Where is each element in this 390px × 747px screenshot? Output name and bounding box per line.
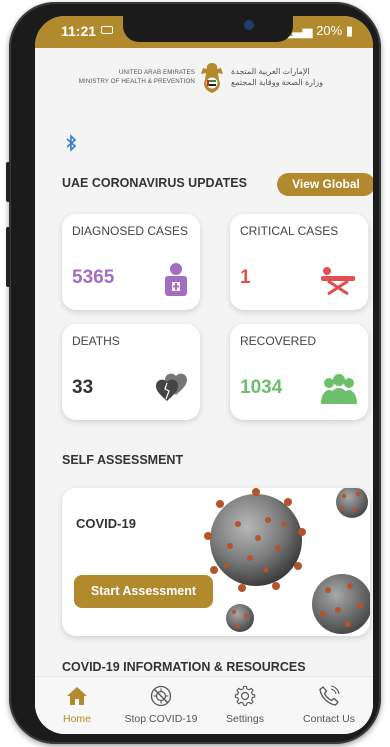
phone-notch: [123, 16, 293, 42]
card-label: DEATHS: [72, 334, 120, 348]
nav-item-stop-covid[interactable]: Stop COVID-19: [119, 677, 203, 734]
people-group-icon: [321, 374, 357, 404]
view-global-button[interactable]: View Global: [277, 173, 373, 196]
gear-icon: [234, 685, 256, 706]
bluetooth-icon[interactable]: [65, 134, 77, 152]
nav-item-contact-us[interactable]: Contact Us: [287, 677, 371, 734]
nav-label: Settings: [226, 713, 264, 725]
self-assessment-title: SELF ASSESSMENT: [62, 453, 184, 467]
nav-item-home[interactable]: Home: [35, 677, 119, 734]
broken-hearts-icon: [156, 373, 187, 401]
critical-cases-card[interactable]: CRITICAL CASES 1: [230, 214, 368, 310]
stretcher-icon: [321, 267, 355, 296]
nav-label: Contact Us: [303, 713, 355, 725]
assessment-card-title: COVID-19: [76, 516, 136, 531]
phone-volume-button: [6, 227, 10, 287]
card-label: RECOVERED: [240, 334, 317, 348]
status-indicators: ▁▃▅ 20% ▮: [283, 23, 353, 39]
updates-title: UAE CORONAVIRUS UPDATES: [62, 176, 247, 190]
bottom-nav: Home Stop COVID-19 Settings Contact Us: [35, 676, 373, 734]
ministry-name-ar: الإمارات العربية المتحدة وزارة الصحة ووق…: [231, 67, 323, 87]
phone-frame: 11:21 ▁▃▅ 20% ▮ UNITED ARAB EMIRATES MIN…: [6, 2, 381, 744]
card-value: 5365: [72, 267, 115, 288]
battery-icon: ▮: [345, 23, 353, 38]
nav-label: Stop COVID-19: [124, 713, 198, 725]
ministry-name-en: UNITED ARAB EMIRATES MINISTRY OF HEALTH …: [78, 69, 195, 85]
phone-icon: [319, 685, 340, 706]
card-value: 1: [240, 267, 251, 288]
uae-emblem-icon: [201, 63, 223, 93]
card-value: 1034: [240, 377, 283, 398]
nav-label: Home: [62, 713, 91, 725]
self-assessment-card: COVID-19 Start Assessment: [62, 488, 370, 636]
battery-level: 20%: [316, 23, 343, 38]
resources-title: COVID-19 INFORMATION & RESOURCES: [62, 660, 306, 674]
deaths-card[interactable]: DEATHS 33: [62, 324, 200, 420]
diagnosed-cases-card[interactable]: DIAGNOSED CASES 5365: [62, 214, 200, 310]
camera-icon: [244, 20, 254, 30]
status-time: 11:21: [61, 23, 97, 39]
card-label: DIAGNOSED CASES: [72, 224, 189, 238]
phone-side-button: [6, 162, 10, 202]
patient-icon: [165, 263, 187, 296]
coronavirus-illustration-icon: [204, 488, 370, 634]
message-icon: [101, 26, 113, 34]
nav-item-settings[interactable]: Settings: [203, 677, 287, 734]
virus-stop-icon: [150, 685, 172, 707]
card-label: CRITICAL CASES: [240, 224, 339, 238]
home-icon: [67, 687, 87, 705]
card-value: 33: [72, 377, 94, 398]
recovered-card[interactable]: RECOVERED 1034: [230, 324, 368, 420]
app-screen: 11:21 ▁▃▅ 20% ▮ UNITED ARAB EMIRATES MIN…: [35, 16, 373, 734]
